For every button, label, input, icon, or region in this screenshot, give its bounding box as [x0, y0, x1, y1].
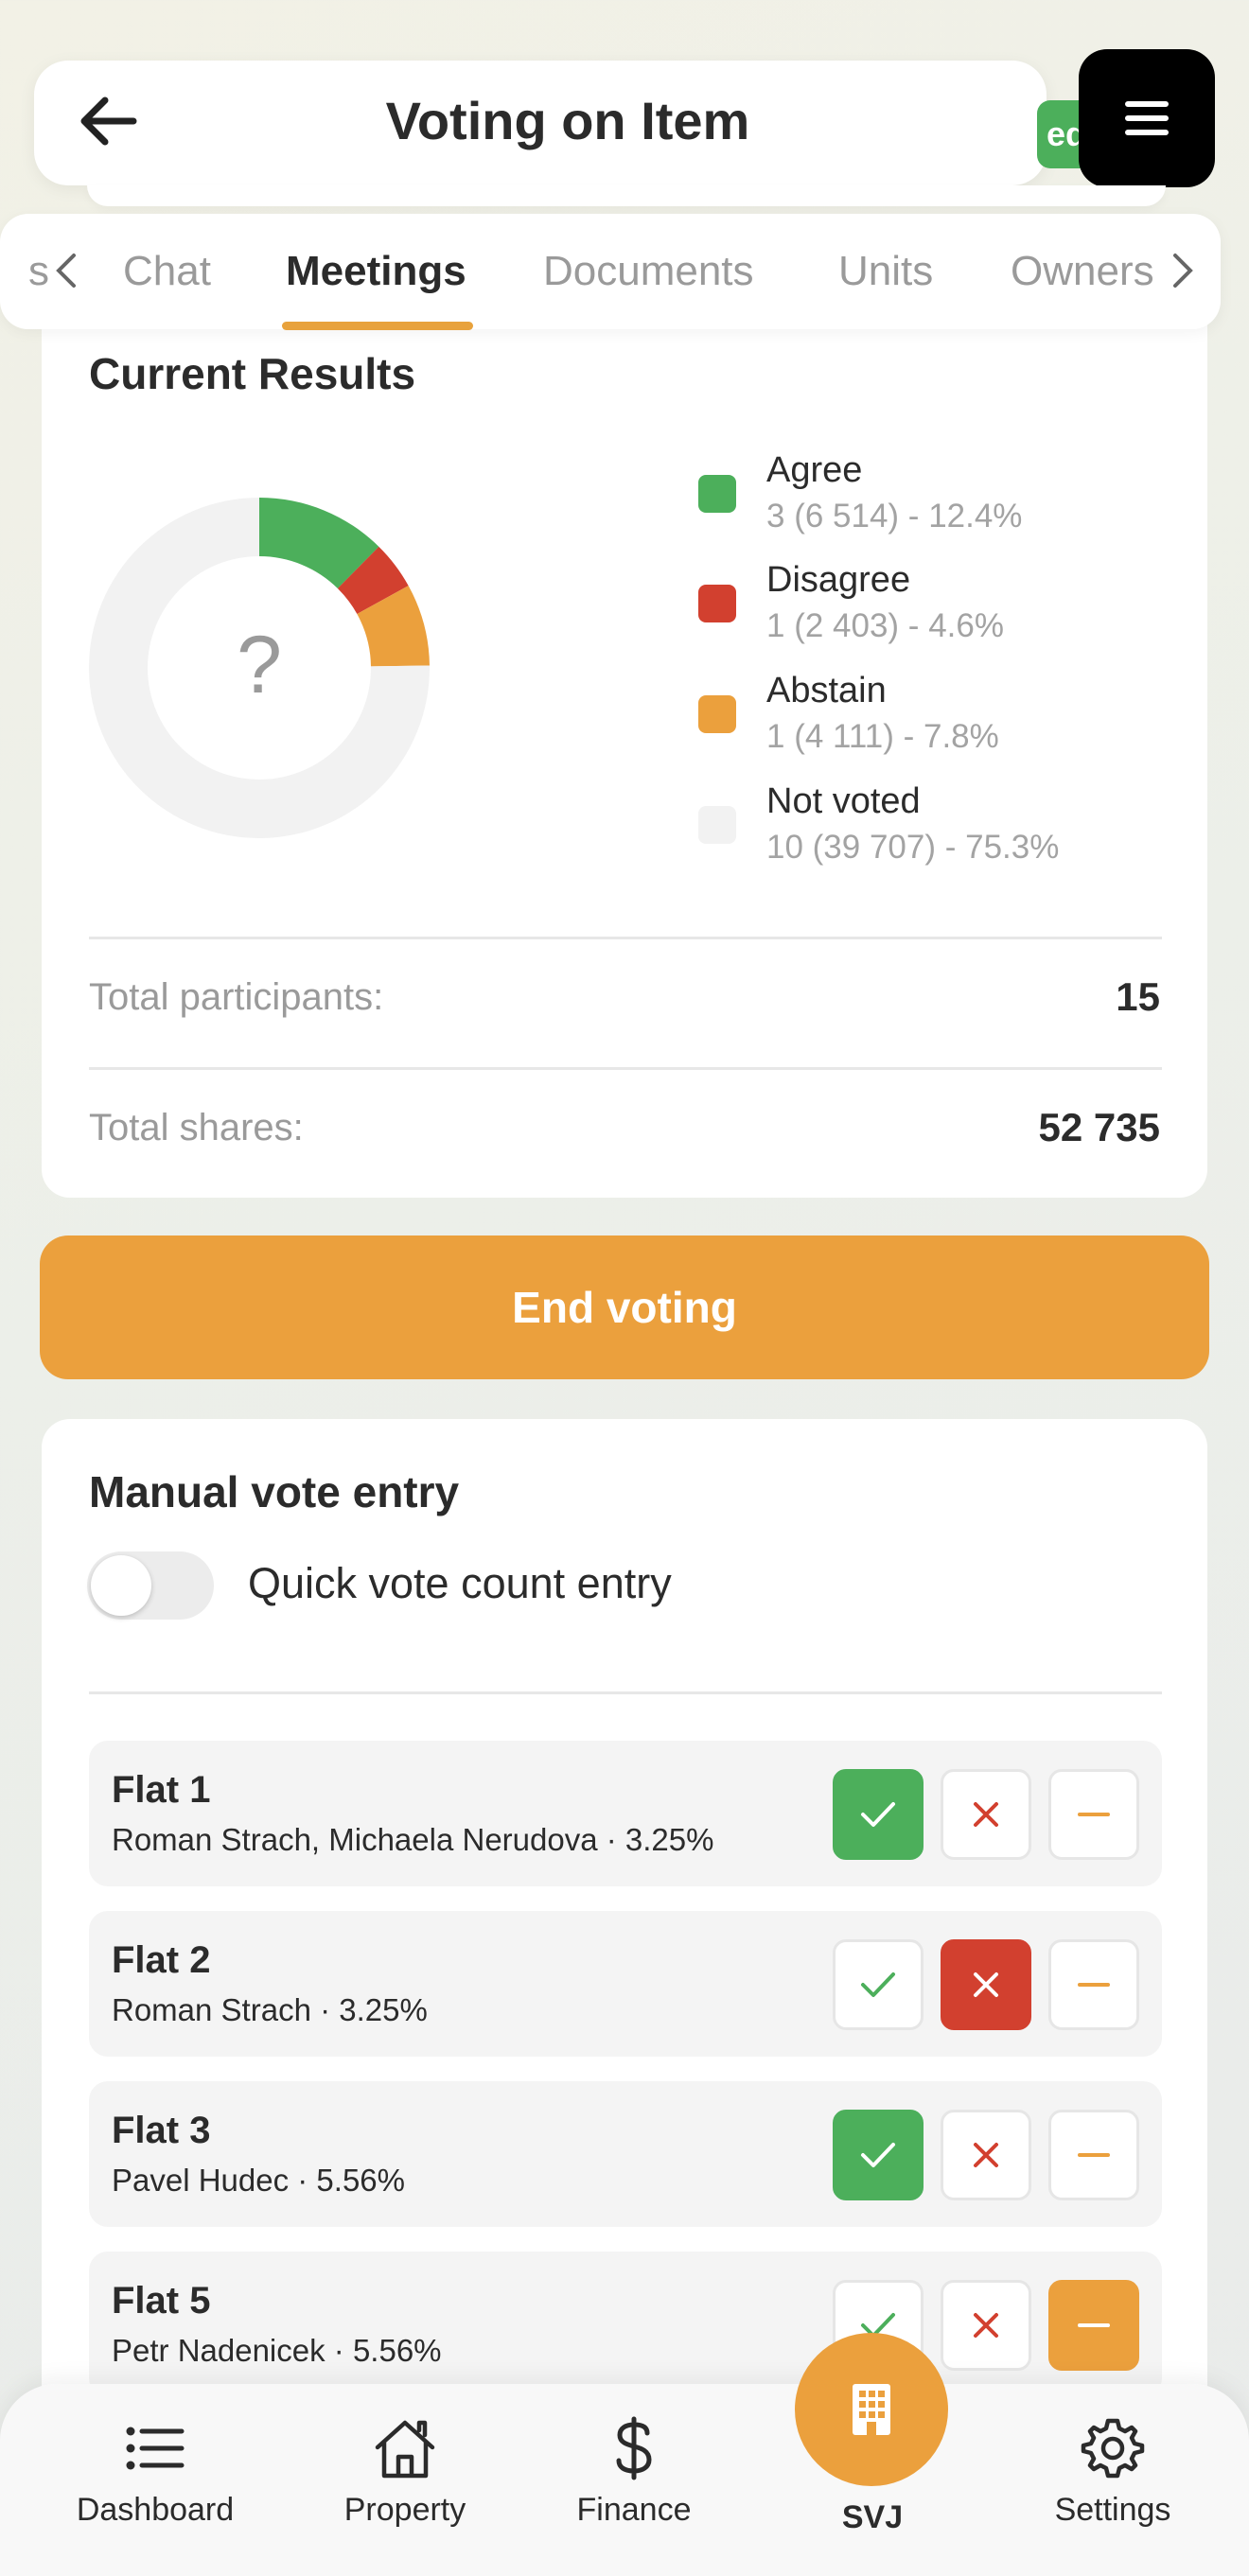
house-icon [375, 2420, 435, 2479]
vote-abstain-button[interactable] [1048, 1939, 1139, 2030]
nav-label: Property [343, 2492, 466, 2528]
results-title: Current Results [89, 349, 416, 398]
vote-disagree-button[interactable] [941, 1939, 1031, 2030]
vote-agree-button[interactable] [833, 1939, 924, 2030]
x-icon [974, 1802, 998, 1827]
legend-label-abstain: Abstain [766, 671, 887, 710]
vote-disagree-button[interactable] [941, 2280, 1031, 2371]
nav-label-svj: SVJ [841, 2499, 904, 2535]
flat-name: Flat 1 [112, 1769, 211, 1811]
legend-detail-abstain: 1 (4 111) - 7.8% [766, 718, 999, 755]
results-donut-chart: ? [88, 498, 430, 838]
legend-label-disagree: Disagree [766, 560, 911, 600]
nav-settings[interactable]: Settings [1009, 2410, 1217, 2552]
quick-vote-toggle-label: Quick vote count entry [248, 1559, 672, 1607]
minus-icon [1078, 1813, 1110, 1816]
chevron-right-icon [1173, 254, 1193, 288]
vote-agree-button[interactable] [833, 2110, 924, 2200]
flat-owners: Roman Strach · 3.25% [112, 1992, 428, 2027]
flat-name: Flat 2 [112, 1939, 211, 1981]
building-icon [853, 2384, 890, 2435]
list-icon [126, 2427, 185, 2470]
vote-disagree-button[interactable] [941, 2110, 1031, 2200]
x-icon [974, 2143, 998, 2167]
nav-label: Dashboard [76, 2492, 235, 2528]
minus-icon [1078, 2323, 1110, 2327]
arrow-left-icon [80, 96, 137, 146]
flat-name: Flat 3 [112, 2110, 211, 2151]
legend-label-agree: Agree [766, 450, 863, 490]
divider [89, 1691, 1162, 1694]
legend-swatch-abstain [698, 695, 736, 733]
dollar-icon [616, 2416, 652, 2480]
toggle-knob [91, 1555, 151, 1616]
minus-icon [1078, 1983, 1110, 1987]
quick-vote-toggle[interactable] [87, 1551, 214, 1620]
donut-center-symbol: ? [237, 620, 282, 710]
vote-disagree-button[interactable] [941, 1769, 1031, 1860]
flat-row: Flat 1 Roman Strach, Michaela Nerudova ·… [89, 1741, 1162, 1886]
legend-detail-agree: 3 (6 514) - 12.4% [766, 498, 1023, 534]
nav-label: Finance [576, 2492, 692, 2528]
vote-agree-button[interactable] [833, 1769, 924, 1860]
header-underlay [87, 185, 1166, 206]
minus-icon [1078, 2153, 1110, 2157]
check-icon [861, 1972, 895, 1997]
tab-previous-partial[interactable]: s [28, 214, 49, 329]
flat-row: Flat 5 Petr Nadenicek · 5.56% [89, 2252, 1162, 2397]
legend-swatch-not-voted [698, 806, 736, 844]
flat-owners: Petr Nadenicek · 5.56% [112, 2333, 442, 2368]
tab-owners[interactable]: Owners [1011, 214, 1154, 329]
vote-abstain-button[interactable] [1048, 2110, 1139, 2200]
legend-swatch-agree [698, 475, 736, 513]
total-shares-value: 52 735 [1038, 1105, 1160, 1149]
tabs-scroll-left-button[interactable] [47, 240, 85, 301]
vote-abstain-button[interactable] [1048, 1769, 1139, 1860]
hamburger-icon [1125, 101, 1169, 135]
x-icon [974, 1972, 998, 1997]
total-participants-value: 15 [1116, 974, 1160, 1019]
total-participants-label: Total participants: [89, 976, 384, 1018]
end-voting-button[interactable]: End voting [40, 1235, 1209, 1379]
chevron-left-icon [56, 254, 76, 288]
gear-icon [1081, 2418, 1145, 2479]
tab-units[interactable]: Units [838, 214, 933, 329]
legend-detail-disagree: 1 (2 403) - 4.6% [766, 607, 1004, 644]
flat-name: Flat 5 [112, 2280, 211, 2322]
manual-vote-title: Manual vote entry [89, 1467, 460, 1516]
tab-bar: s Chat Meetings Documents Units Owners [0, 214, 1221, 329]
vote-abstain-button[interactable] [1048, 2280, 1139, 2371]
tab-chat[interactable]: Chat [123, 214, 211, 329]
nav-finance[interactable]: Finance [530, 2410, 738, 2552]
nav-dashboard[interactable]: Dashboard [51, 2410, 259, 2552]
flat-owners: Pavel Hudec · 5.56% [112, 2163, 406, 2198]
nav-label: Settings [1054, 2492, 1171, 2528]
flat-row: Flat 3 Pavel Hudec · 5.56% [89, 2081, 1162, 2227]
x-icon [974, 2313, 998, 2338]
total-shares-label: Total shares: [89, 1107, 304, 1148]
divider [89, 1067, 1162, 1070]
tabs-scroll-right-button[interactable] [1164, 240, 1202, 301]
active-tab-indicator [282, 322, 473, 330]
nav-property[interactable]: Property [301, 2410, 509, 2552]
legend-label-not-voted: Not voted [766, 781, 921, 821]
check-icon [861, 2143, 895, 2167]
legend-detail-not-voted: 10 (39 707) - 75.3% [766, 829, 1060, 866]
flat-row: Flat 2 Roman Strach · 3.25% [89, 1911, 1162, 2057]
nav-svj-button[interactable] [795, 2333, 948, 2486]
tab-meetings[interactable]: Meetings [286, 214, 466, 329]
page-title: Voting on Item [385, 91, 750, 150]
flat-owners: Roman Strach, Michaela Nerudova · 3.25% [112, 1822, 714, 1857]
tab-documents[interactable]: Documents [543, 214, 754, 329]
menu-button[interactable] [1079, 49, 1215, 187]
divider [89, 937, 1162, 939]
back-button[interactable] [64, 83, 150, 159]
check-icon [861, 1802, 895, 1827]
legend-swatch-disagree [698, 585, 736, 622]
